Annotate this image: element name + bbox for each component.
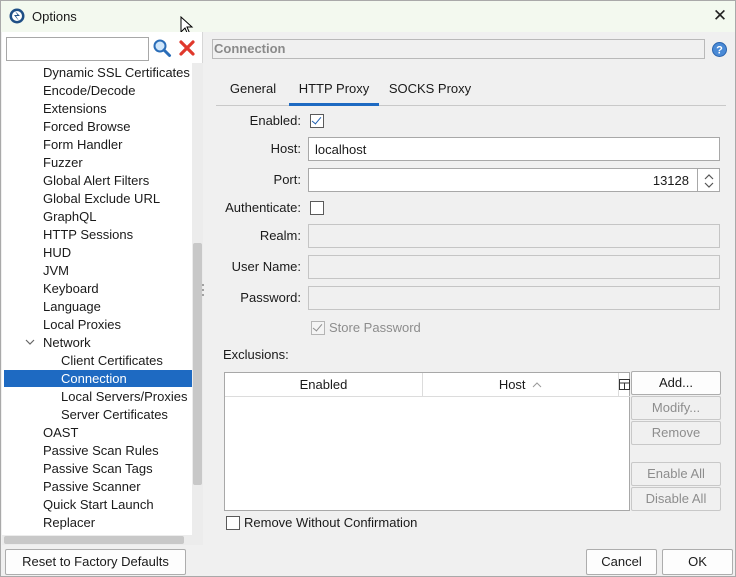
tree-item[interactable]: Server Certificates — [61, 406, 168, 423]
tree-item[interactable]: Global Exclude URL — [43, 190, 160, 207]
expand-chevron-icon[interactable] — [24, 334, 36, 351]
tree-item[interactable]: JVM — [43, 262, 69, 279]
help-icon[interactable]: ? — [712, 42, 727, 57]
tree-vertical-scrollbar[interactable] — [192, 63, 203, 545]
enable-all-button[interactable]: Enable All — [631, 462, 721, 486]
tree-scroll-thumb[interactable] — [193, 243, 202, 485]
tree-item[interactable]: Local Servers/Proxies — [61, 388, 187, 405]
tree-item-selected[interactable]: Connection — [4, 370, 192, 387]
store-password-label: Store Password — [329, 320, 421, 335]
tree-item[interactable]: Dynamic SSL Certificates — [43, 64, 190, 81]
port-input[interactable] — [308, 168, 698, 192]
tree-hscroll-thumb[interactable] — [4, 536, 184, 544]
tree-item[interactable]: Network — [43, 334, 91, 351]
tree-item[interactable]: Fuzzer — [43, 154, 83, 171]
column-chooser[interactable] — [618, 373, 630, 397]
authenticate-checkbox[interactable] — [310, 201, 324, 215]
reset-to-factory-defaults-button[interactable]: Reset to Factory Defaults — [5, 549, 186, 575]
add-button[interactable]: Add... — [631, 371, 721, 395]
realm-input[interactable] — [308, 224, 720, 248]
realm-label: Realm: — [259, 228, 301, 243]
tree-item[interactable]: HTTP Sessions — [43, 226, 133, 243]
search-icon[interactable] — [152, 38, 172, 58]
tree-horizontal-scrollbar[interactable] — [2, 535, 192, 545]
tree-item[interactable]: Local Proxies — [43, 316, 121, 333]
host-label: Host: — [270, 141, 301, 156]
port-label: Port: — [273, 172, 301, 187]
tree-item[interactable]: Forced Browse — [43, 118, 130, 135]
port-spinner[interactable] — [698, 168, 720, 192]
tree-item[interactable]: Extensions — [43, 100, 107, 117]
clear-search-icon[interactable] — [178, 39, 196, 57]
tree-item[interactable]: Form Handler — [43, 136, 122, 153]
remove-button[interactable]: Remove — [631, 421, 721, 445]
sort-ascending-icon — [532, 382, 542, 388]
column-chooser-icon — [619, 379, 630, 390]
exclusions-label: Exclusions: — [223, 347, 289, 362]
tab-strip: General HTTP Proxy SOCKS Proxy — [216, 76, 726, 106]
options-tree-panel: Dynamic SSL Certificates Encode/Decode Ext… — [2, 32, 203, 545]
remove-without-confirmation-checkbox[interactable] — [226, 516, 240, 530]
username-label: User Name: — [231, 259, 301, 274]
password-input[interactable] — [308, 286, 720, 310]
connection-panel: Connection ? General HTTP Proxy SOCKS Pr… — [206, 32, 735, 545]
tree-item[interactable]: Passive Scanner — [43, 478, 141, 495]
tab-socks-proxy[interactable]: SOCKS Proxy — [382, 76, 478, 106]
svg-text:?: ? — [716, 45, 723, 57]
store-password-checkbox[interactable] — [311, 321, 325, 335]
search-input[interactable] — [6, 37, 149, 61]
options-dialog: Options ✕ Dynamic SSL Certificates Encode… — [0, 0, 736, 577]
options-tree: Dynamic SSL Certificates Encode/Decode Ext… — [2, 63, 192, 543]
disable-all-button[interactable]: Disable All — [631, 487, 721, 511]
enabled-checkbox[interactable] — [310, 114, 324, 128]
title-bar[interactable]: Options ✕ — [1, 1, 735, 36]
tree-item[interactable]: Language — [43, 298, 101, 315]
column-header-host[interactable]: Host — [422, 373, 618, 397]
host-header-label: Host — [498, 377, 526, 392]
section-title: Connection — [212, 39, 705, 59]
zap-logo-icon — [9, 8, 25, 24]
tree-item[interactable]: Quick Start Launch — [43, 496, 154, 513]
password-label: Password: — [240, 290, 301, 305]
username-input[interactable] — [308, 255, 720, 279]
modify-button[interactable]: Modify... — [631, 396, 721, 420]
spinner-arrows-icon[interactable] — [698, 169, 720, 193]
tree-item[interactable]: Passive Scan Tags — [43, 460, 153, 477]
tab-http-proxy[interactable]: HTTP Proxy — [289, 76, 379, 106]
ok-button[interactable]: OK — [662, 549, 733, 575]
tree-item[interactable]: Encode/Decode — [43, 82, 136, 99]
exclusions-table[interactable]: Enabled Host — [224, 372, 630, 511]
tree-item[interactable]: GraphQL — [43, 208, 96, 225]
cancel-button[interactable]: Cancel — [586, 549, 657, 575]
host-input[interactable] — [308, 137, 720, 161]
close-icon: ✕ — [712, 6, 728, 25]
splitter-handle-icon[interactable] — [201, 283, 205, 297]
window-title: Options — [32, 9, 77, 24]
column-header-enabled[interactable]: Enabled — [225, 373, 422, 397]
tree-item[interactable]: Client Certificates — [61, 352, 163, 369]
tree-item[interactable]: Replacer — [43, 514, 95, 531]
tab-general[interactable]: General — [220, 76, 286, 106]
remove-without-confirmation-label: Remove Without Confirmation — [244, 515, 418, 530]
authenticate-label: Authenticate: — [225, 200, 301, 215]
tree-item[interactable]: OAST — [43, 424, 78, 441]
enabled-label: Enabled: — [249, 113, 301, 128]
tree-item[interactable]: Global Alert Filters — [43, 172, 149, 189]
tree-item[interactable]: Passive Scan Rules — [43, 442, 159, 459]
tree-item[interactable]: HUD — [43, 244, 71, 261]
tree-item[interactable]: Keyboard — [43, 280, 99, 297]
close-button[interactable]: ✕ — [705, 1, 735, 31]
